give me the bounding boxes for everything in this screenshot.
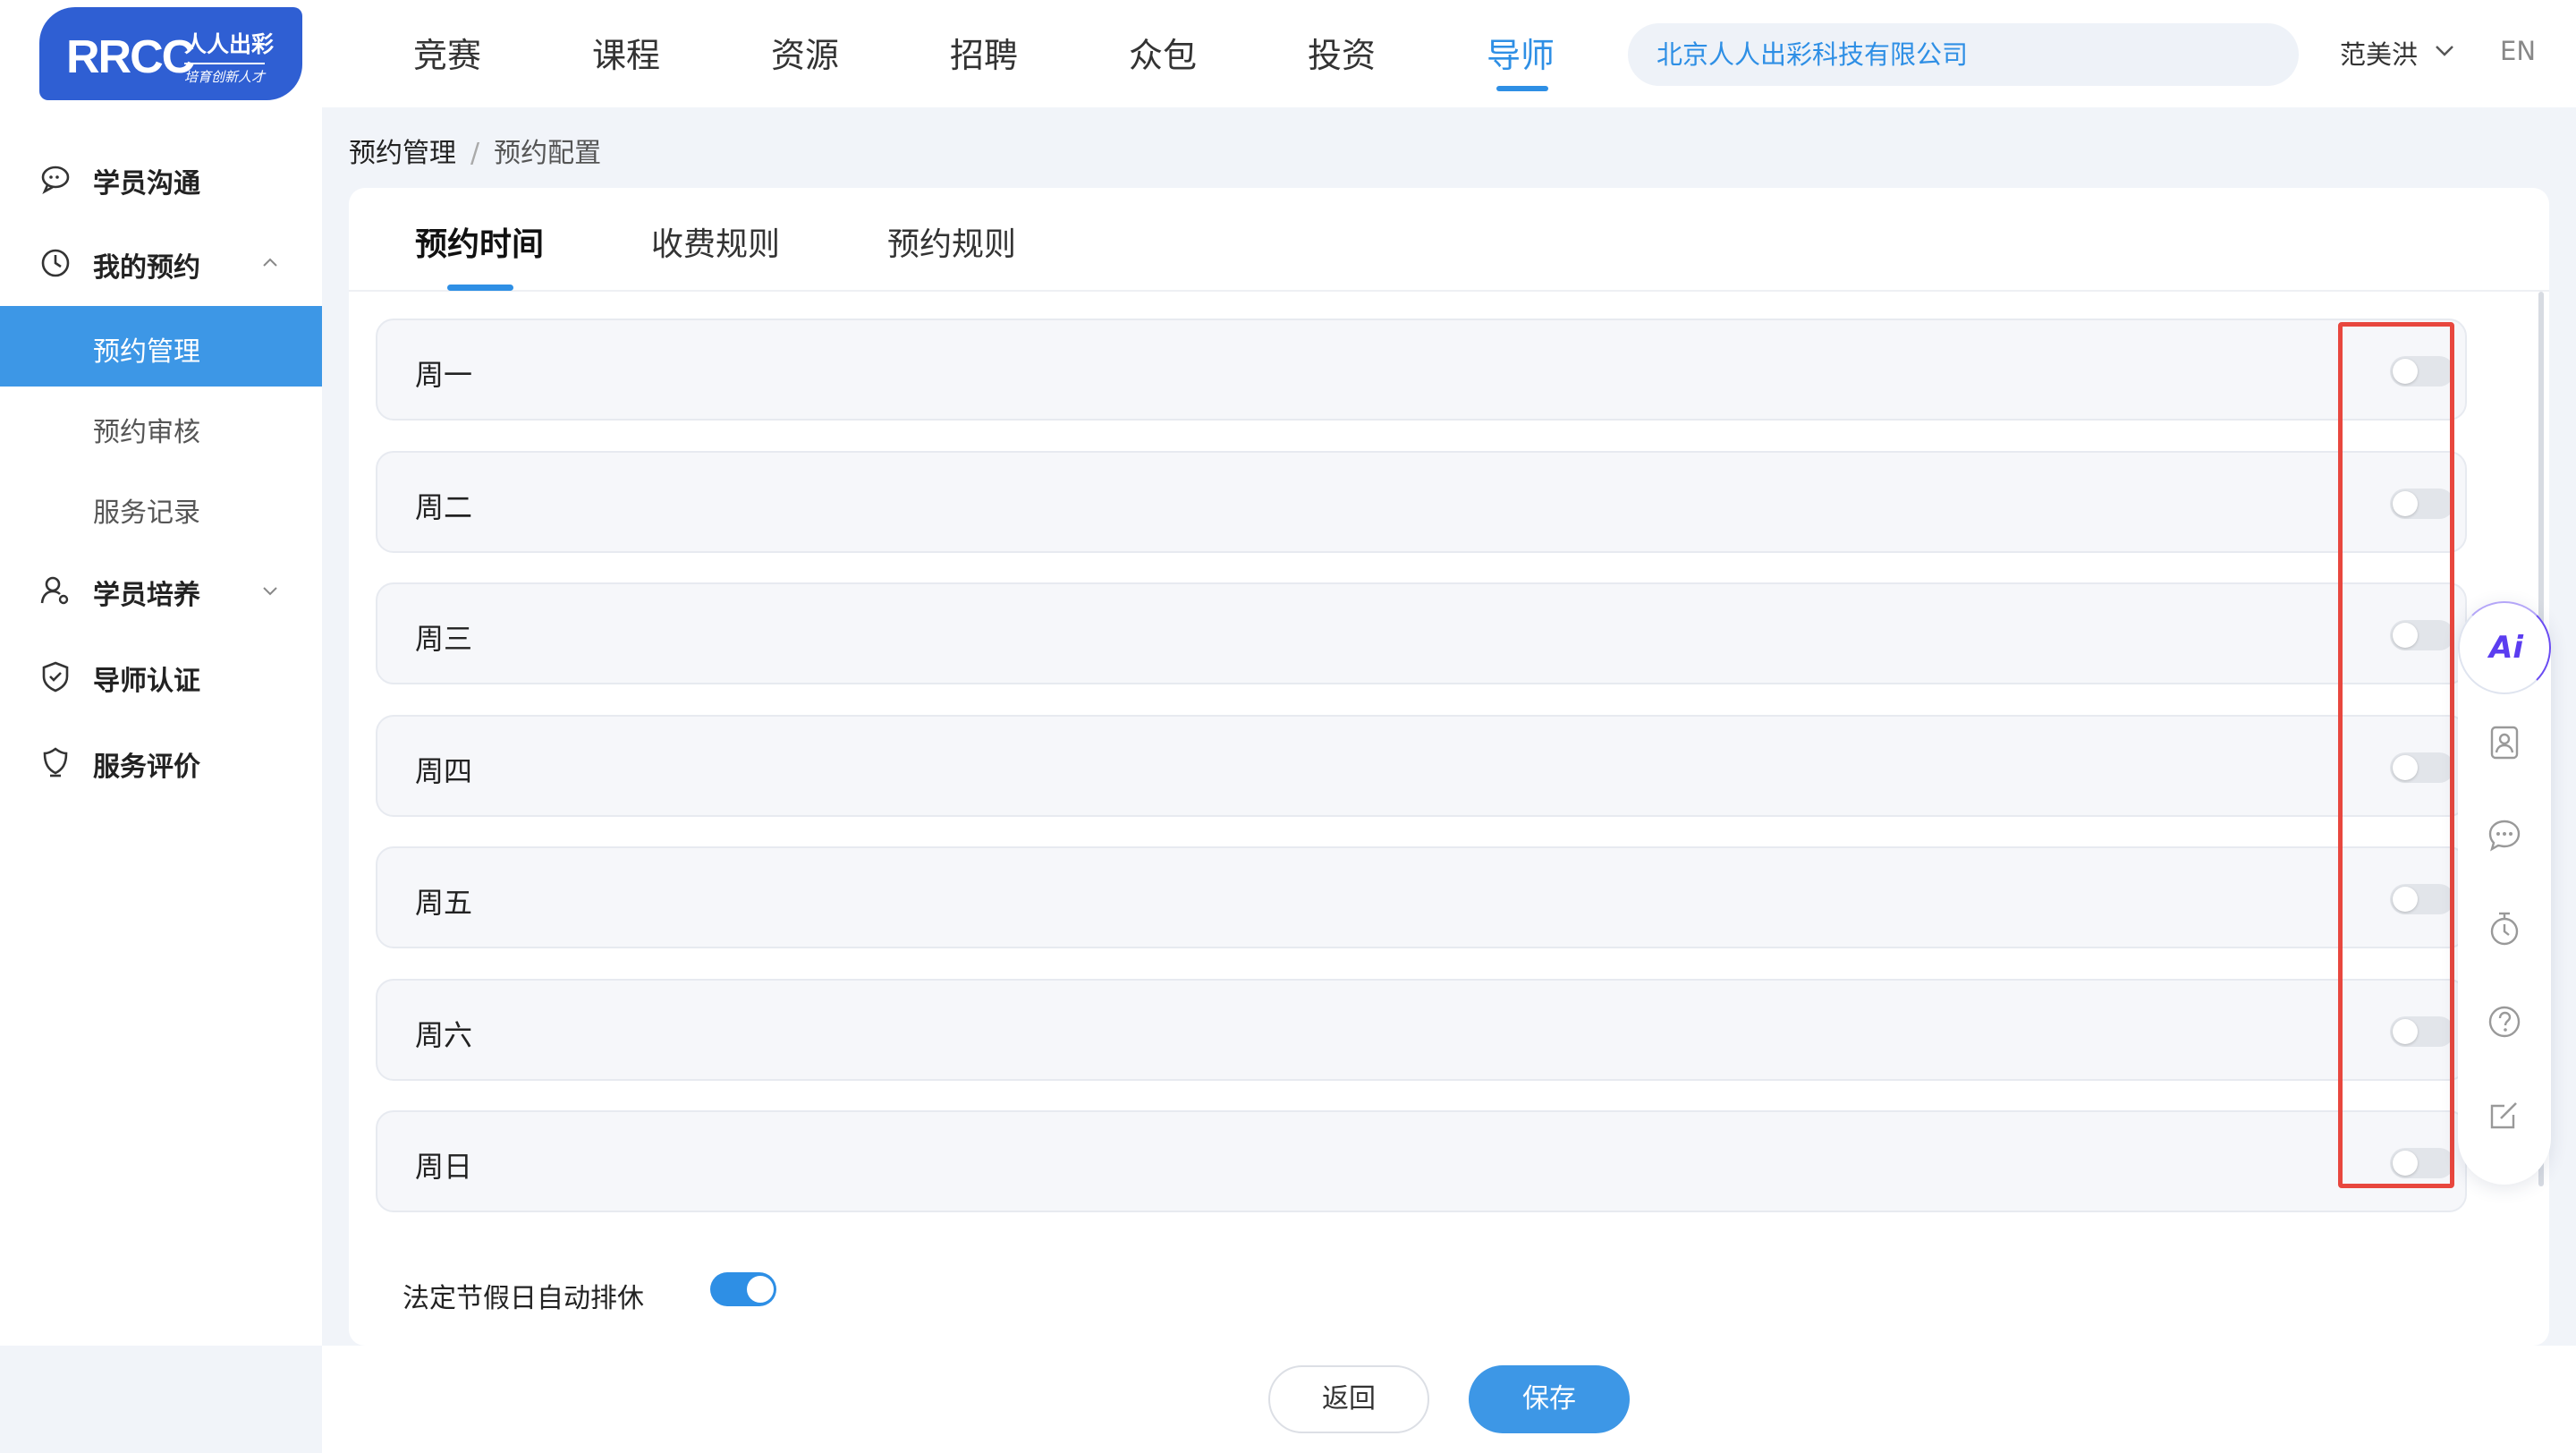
toggle-highlight-box (2338, 322, 2454, 1188)
sidebar-item-label: 导师认证 (93, 666, 200, 697)
sidebar-item-student-training[interactable]: 学员培养 (0, 549, 322, 630)
nav-item-courses[interactable]: 课程 (537, 0, 716, 107)
help-button[interactable] (2458, 975, 2551, 1068)
contact-card-icon (2490, 726, 2519, 760)
day-label: 周二 (415, 490, 473, 524)
ai-label: Ai (2489, 630, 2523, 666)
clock-icon (41, 249, 70, 277)
sidebar-subitem-label: 预约审核 (93, 417, 200, 448)
day-row-friday[interactable]: 周五 (376, 846, 2467, 948)
sidebar-subitem-appointment-review[interactable]: 预约审核 (0, 387, 322, 467)
tab-appointment-rules[interactable]: 预约规则 (887, 218, 1016, 265)
day-label: 周六 (415, 1018, 473, 1052)
nav-item-competition[interactable]: 竞赛 (358, 0, 537, 107)
holiday-auto-rest-toggle[interactable] (710, 1272, 776, 1306)
sidebar-subitem-service-records[interactable]: 服务记录 (0, 467, 322, 548)
floating-toolbox: Ai (2458, 601, 2551, 1185)
top-navigation-bar: RRCC 人人出彩 培育创新人才 竞赛 课程 资源 招聘 众包 投资 导师 北京… (0, 0, 2576, 107)
timer-icon (2490, 912, 2519, 946)
day-row-thursday[interactable]: 周四 (376, 715, 2467, 817)
breadcrumb-separator: / (470, 138, 480, 169)
nav-item-resources[interactable]: 资源 (716, 0, 894, 107)
day-row-wednesday[interactable]: 周三 (376, 582, 2467, 684)
day-row-monday[interactable]: 周一 (376, 319, 2467, 421)
sidebar-item-label: 服务评价 (93, 752, 200, 783)
sidebar-item-label: 学员培养 (93, 580, 200, 611)
message-button[interactable] (2458, 789, 2551, 882)
sidebar: 学员沟通 我的预约 预约管理 预约审核 服务记录 学员培养 导师认证 服务评价 (0, 107, 322, 1346)
save-button[interactable]: 保存 (1469, 1365, 1630, 1433)
sidebar-item-student-chat[interactable]: 学员沟通 (0, 138, 322, 218)
main-nav: 竞赛 课程 资源 招聘 众包 投资 导师 (358, 0, 1610, 107)
toggle-knob (747, 1276, 774, 1303)
logo-slogan-text: 培育创新人才 (184, 63, 266, 86)
logo-name-text: 人人出彩 (184, 31, 275, 57)
day-label: 周一 (415, 358, 473, 392)
timer-button[interactable] (2458, 882, 2551, 975)
contact-card-button[interactable] (2458, 696, 2551, 789)
nav-item-recruitment[interactable]: 招聘 (894, 0, 1073, 107)
breadcrumb-current: 预约配置 (494, 138, 602, 169)
day-row-saturday[interactable]: 周六 (376, 979, 2467, 1081)
tab-appointment-time[interactable]: 预约时间 (415, 218, 544, 265)
nav-item-crowdsourcing[interactable]: 众包 (1073, 0, 1252, 107)
breadcrumb-parent[interactable]: 预约管理 (349, 138, 456, 169)
day-label: 周五 (415, 886, 473, 920)
active-tab-indicator (447, 285, 513, 291)
day-row-sunday[interactable]: 周日 (376, 1110, 2467, 1212)
sidebar-item-label: 学员沟通 (93, 168, 200, 200)
sidebar-item-label: 我的预约 (93, 252, 200, 284)
language-switch[interactable]: EN (2500, 36, 2536, 66)
badge-icon (43, 747, 68, 777)
back-button[interactable]: 返回 (1268, 1365, 1429, 1433)
day-label: 周三 (415, 622, 473, 656)
nav-item-mentor[interactable]: 导师 (1431, 0, 1610, 107)
company-selector[interactable]: 北京人人出彩科技有限公司 (1628, 23, 2299, 86)
sidebar-item-my-appointments[interactable]: 我的预约 (0, 222, 322, 302)
sidebar-item-service-evaluation[interactable]: 服务评价 (0, 721, 322, 802)
person-icon (40, 576, 69, 605)
rrcc-logo[interactable]: RRCC 人人出彩 培育创新人才 (39, 7, 302, 100)
day-row-tuesday[interactable]: 周二 (376, 451, 2467, 553)
sidebar-subitem-label: 服务记录 (93, 497, 200, 529)
edit-icon (2490, 1102, 2517, 1129)
tab-fee-rules[interactable]: 收费规则 (651, 218, 780, 265)
ai-assistant-button[interactable]: Ai (2458, 601, 2551, 694)
user-menu[interactable]: 范美洪 (2340, 34, 2418, 72)
chevron-up-icon (263, 258, 277, 267)
edit-button[interactable] (2458, 1068, 2551, 1161)
help-icon (2488, 1006, 2521, 1038)
day-label: 周四 (415, 754, 473, 788)
chat-icon (41, 166, 70, 194)
chevron-down-icon (263, 587, 277, 596)
day-label: 周日 (415, 1150, 473, 1184)
sidebar-subitem-appointment-management[interactable]: 预约管理 (0, 306, 322, 387)
config-tabs: 预约时间 收费规则 预约规则 (349, 188, 2549, 292)
sidebar-item-mentor-certification[interactable]: 导师认证 (0, 635, 322, 716)
nav-item-investment[interactable]: 投资 (1252, 0, 1431, 107)
shield-icon (42, 661, 69, 693)
logo-brand-text: RRCC (66, 31, 195, 83)
message-icon (2488, 820, 2521, 852)
sidebar-subitem-label: 预约管理 (93, 336, 200, 368)
chevron-down-icon[interactable] (2431, 38, 2458, 64)
breadcrumb: 预约管理 / 预约配置 (349, 131, 601, 170)
holiday-auto-rest-label: 法定节假日自动排休 (402, 1283, 644, 1314)
appointment-config-card: 预约时间 收费规则 预约规则 周一 周二 周三 周四 周五 周六 周日 法定节假… (349, 188, 2549, 1346)
footer-action-bar: 返回 保存 (322, 1346, 2576, 1453)
